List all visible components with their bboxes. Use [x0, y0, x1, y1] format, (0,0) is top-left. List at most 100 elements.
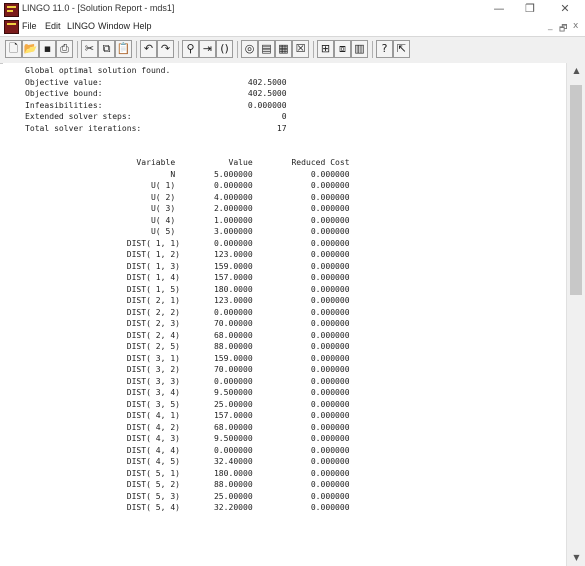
toolbar: 🗋 📂 ▪ ⎙ ✂ ⧉ 📋 ↶ ↷ ⚲ ⇥ () ◎ ▤ ▦ ☒ ⊞ ⧈ ▥ ?… [0, 36, 585, 64]
report-line: DIST( 5, 2) 88.00000 0.000000 [25, 480, 350, 489]
toolbar-separator [313, 41, 314, 58]
mdi-close-button[interactable]: x [573, 21, 578, 31]
report-line: DIST( 2, 3) 70.00000 0.000000 [25, 319, 350, 328]
save-icon: ▪ [43, 42, 52, 55]
report-line: DIST( 3, 2) 70.00000 0.000000 [25, 365, 350, 374]
report-line: DIST( 4, 1) 157.0000 0.000000 [25, 411, 350, 420]
minimize-button[interactable]: — [484, 1, 514, 17]
matrix-picture-icon: ▦ [278, 42, 289, 55]
toolbar-separator [372, 41, 373, 58]
lingo-app-icon [4, 3, 19, 17]
vertical-scrollbar[interactable]: ▲ ▼ [566, 63, 585, 566]
close-all-button[interactable]: ☒ [292, 40, 309, 58]
mdi-restore-button[interactable]: 🗗 [559, 21, 567, 37]
report-line: DIST( 4, 2) 68.00000 0.000000 [25, 422, 350, 432]
copy-icon: ⧉ [102, 42, 111, 55]
solution-button[interactable]: ▤ [258, 40, 275, 58]
report-line: DIST( 2, 1) 123.0000 0.000000 [25, 296, 350, 305]
report-line: U( 4) 1.000000 0.000000 [25, 215, 350, 225]
toolbar-separator [178, 41, 179, 58]
report-line: DIST( 4, 3) 9.500000 0.000000 [25, 434, 350, 443]
menu-file[interactable]: File [22, 21, 37, 31]
report-line: N 5.000000 0.000000 [25, 169, 350, 179]
report-line: U( 5) 3.000000 0.000000 [25, 227, 350, 236]
report-line: DIST( 1, 3) 159.0000 0.000000 [25, 261, 350, 271]
report-line: DIST( 4, 4) 0.000000 0.000000 [25, 445, 350, 455]
context-help-button[interactable]: ⇱ [393, 40, 410, 58]
solve-icon: ◎ [244, 42, 255, 55]
menu-help[interactable]: Help [133, 21, 152, 31]
document-icon[interactable] [4, 20, 19, 34]
report-line: DIST( 5, 4) 32.20000 0.000000 [25, 503, 350, 512]
copy-button[interactable]: ⧉ [98, 40, 115, 58]
report-line: Objective value: 402.5000 [25, 77, 287, 87]
report-line: Objective bound: 402.5000 [25, 89, 287, 98]
report-line: DIST( 3, 3) 0.000000 0.000000 [25, 376, 350, 386]
match-paren-icon: () [220, 42, 229, 55]
close-button[interactable]: ✕ [550, 1, 580, 17]
print-icon: ⎙ [60, 42, 69, 55]
scroll-up-icon[interactable]: ▲ [567, 65, 585, 77]
report-line: Total solver iterations: 17 [25, 123, 287, 133]
undo-button[interactable]: ↶ [140, 40, 157, 58]
title-bar: LINGO 11.0 - [Solution Report - mds1] — … [0, 0, 585, 19]
report-line: Extended solver steps: 0 [25, 112, 287, 121]
solution-icon: ▤ [261, 42, 272, 55]
scroll-down-icon[interactable]: ▼ [567, 552, 585, 564]
help-topics-button[interactable]: ? [376, 40, 393, 58]
new-button[interactable]: 🗋 [5, 40, 22, 58]
report-line: DIST( 1, 5) 180.0000 0.000000 [25, 284, 350, 294]
goto-line-button[interactable]: ⇥ [199, 40, 216, 58]
report-line: DIST( 2, 2) 0.000000 0.000000 [25, 307, 350, 317]
menu-bar: File Edit LINGO Window Help _ 🗗 x [0, 19, 585, 36]
match-paren-button[interactable]: () [216, 40, 233, 58]
save-button[interactable]: ▪ [39, 40, 56, 58]
toolbar-separator [136, 41, 137, 58]
report-line: U( 2) 4.000000 0.000000 [25, 192, 350, 202]
scrollbar-thumb[interactable] [570, 85, 582, 295]
menu-edit[interactable]: Edit [45, 21, 61, 31]
redo-button[interactable]: ↷ [157, 40, 174, 58]
paste-button[interactable]: 📋 [115, 40, 132, 58]
report-line: U( 3) 2.000000 0.000000 [25, 204, 350, 213]
report-line: DIST( 5, 1) 180.0000 0.000000 [25, 468, 350, 478]
open-button[interactable]: 📂 [22, 40, 39, 58]
new-icon: 🗋 [9, 42, 18, 55]
report-line: U( 1) 0.000000 0.000000 [25, 181, 350, 190]
find-button[interactable]: ⚲ [182, 40, 199, 58]
report-line: DIST( 3, 1) 159.0000 0.000000 [25, 353, 350, 363]
send-to-back-icon: ⧈ [339, 42, 346, 55]
restore-button[interactable]: ❐ [515, 1, 545, 17]
solve-button[interactable]: ◎ [241, 40, 258, 58]
report-line: DIST( 2, 5) 88.00000 0.000000 [25, 342, 350, 351]
window-title: LINGO 11.0 - [Solution Report - mds1] [22, 3, 175, 13]
toolbar-separator [77, 41, 78, 58]
context-help-icon: ⇱ [396, 42, 407, 55]
undo-icon: ↶ [143, 42, 154, 55]
report-line: Infeasibilities: 0.000000 [25, 100, 287, 110]
report-line: DIST( 3, 4) 9.500000 0.000000 [25, 388, 350, 397]
tile-button[interactable]: ⊞ [317, 40, 334, 58]
menu-lingo[interactable]: LINGO [67, 21, 95, 31]
paste-icon: 📋 [116, 42, 131, 55]
send-to-back-button[interactable]: ⧈ [334, 40, 351, 58]
cut-button[interactable]: ✂ [81, 40, 98, 58]
redo-icon: ↷ [160, 42, 171, 55]
open-icon: 📂 [23, 42, 38, 55]
menu-window[interactable]: Window [98, 21, 130, 31]
print-button[interactable]: ⎙ [56, 40, 73, 58]
report-line: DIST( 1, 2) 123.0000 0.000000 [25, 250, 350, 259]
report-line: DIST( 5, 3) 25.00000 0.000000 [25, 491, 350, 501]
mdi-minimize-button[interactable]: _ [548, 21, 553, 31]
toolbar-separator [237, 41, 238, 58]
report-line: DIST( 1, 1) 0.000000 0.000000 [25, 238, 350, 248]
report-line: DIST( 1, 4) 157.0000 0.000000 [25, 273, 350, 282]
report-line: Variable Value Reduced Cost [25, 158, 350, 167]
solution-report-window[interactable]: Global optimal solution found. Objective… [3, 63, 566, 566]
matrix-picture-button[interactable]: ▦ [275, 40, 292, 58]
help-topics-icon: ? [381, 42, 388, 55]
solution-report-text: Global optimal solution found. Objective… [3, 63, 566, 514]
options-icon: ▥ [354, 42, 365, 55]
report-line: DIST( 4, 5) 32.40000 0.000000 [25, 457, 350, 466]
options-button[interactable]: ▥ [351, 40, 368, 58]
